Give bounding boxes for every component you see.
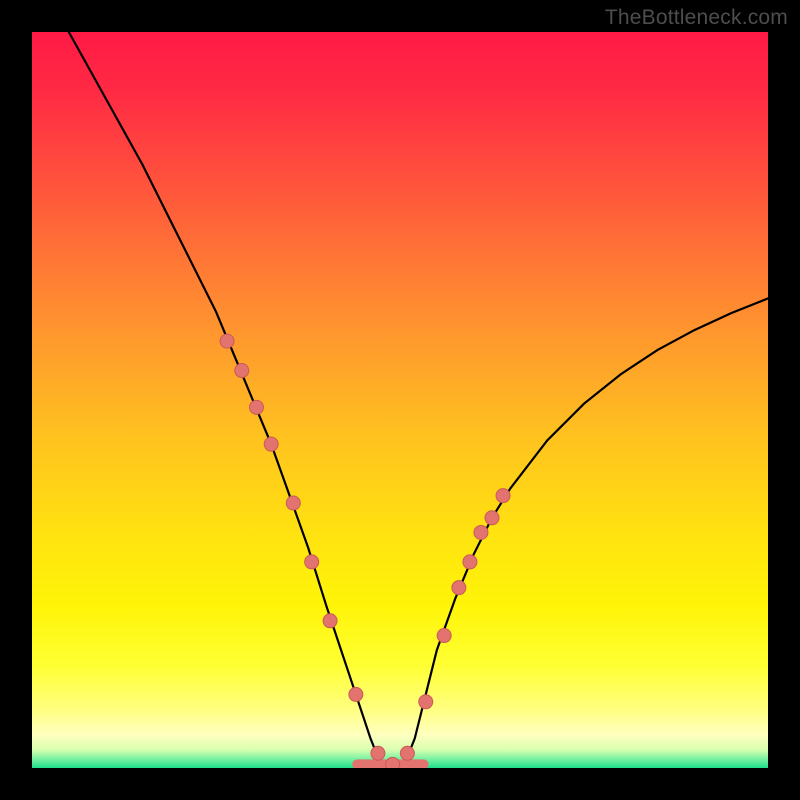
bottleneck-curve [69, 32, 768, 764]
plot-frame [32, 32, 768, 768]
watermark-text: TheBottleneck.com [605, 6, 788, 30]
highlighted-points [220, 334, 510, 768]
plot-overlay [32, 32, 768, 768]
